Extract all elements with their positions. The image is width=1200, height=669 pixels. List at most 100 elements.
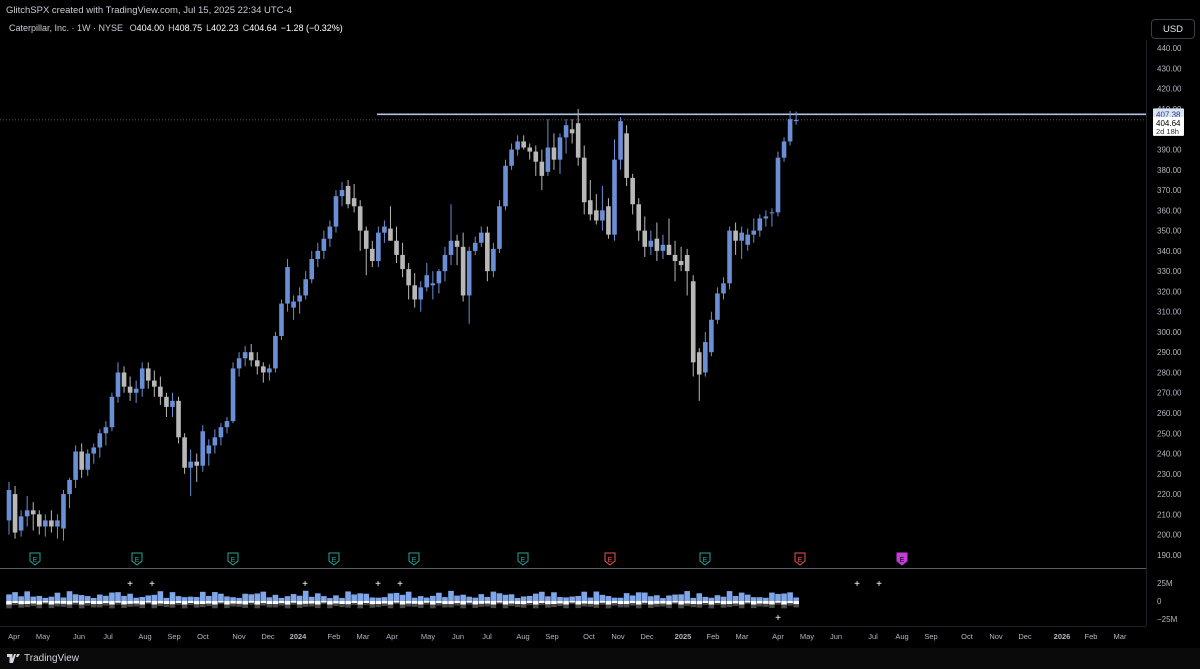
volume-bar-white bbox=[563, 601, 569, 605]
price-chart[interactable]: E E E E E E E E E E + + + + + + + +25M 0 −25M 440.00 430.00… bbox=[0, 0, 1200, 648]
candle-body bbox=[291, 301, 296, 308]
volume-bar-white bbox=[750, 601, 757, 605]
volume-bar-up bbox=[702, 596, 709, 601]
candle-body bbox=[418, 287, 424, 300]
earnings-marker[interactable]: E bbox=[328, 552, 340, 566]
price-axis-label: 320.00 bbox=[1157, 287, 1182, 296]
volume-bar-down bbox=[272, 604, 279, 608]
candle-body bbox=[357, 206, 363, 231]
volume-bar-white bbox=[399, 601, 406, 605]
candle-body bbox=[472, 242, 478, 251]
volume-bar-white bbox=[78, 601, 85, 605]
volume-bar-down bbox=[793, 604, 799, 608]
volume-bar-white bbox=[315, 601, 321, 605]
volume-bar-white bbox=[363, 601, 370, 604]
candle-body bbox=[127, 386, 133, 393]
volume-bar-up bbox=[575, 595, 581, 601]
volume-bar-up bbox=[714, 595, 721, 601]
volume-bar-up bbox=[84, 596, 91, 601]
volume-bar-white bbox=[520, 601, 527, 605]
volume-bar-white bbox=[327, 601, 333, 605]
volume-bar-up bbox=[423, 597, 430, 601]
candle-body bbox=[527, 147, 533, 152]
volume-bar-white bbox=[593, 601, 600, 605]
volume-bar-down bbox=[199, 604, 206, 608]
time-axis-label: Apr bbox=[386, 632, 398, 641]
time-axis-label: May bbox=[36, 632, 50, 641]
volume-bar-down bbox=[290, 602, 297, 605]
earnings-marker[interactable]: E bbox=[604, 552, 616, 566]
candle-body bbox=[218, 427, 224, 438]
candle-body bbox=[612, 159, 617, 235]
earnings-marker[interactable]: E bbox=[517, 552, 529, 566]
volume-bar-up bbox=[532, 593, 539, 601]
volume-spike-marker: + bbox=[854, 579, 860, 590]
candle-body bbox=[757, 218, 763, 231]
candle-body bbox=[152, 380, 157, 387]
candle-body bbox=[176, 400, 181, 438]
volume-bar-white bbox=[212, 601, 218, 605]
price-axis-label: 300.00 bbox=[1157, 328, 1182, 337]
earnings-marker[interactable]: E bbox=[227, 552, 239, 566]
earnings-marker[interactable]: E bbox=[29, 552, 41, 566]
volume-bar-white bbox=[732, 601, 739, 604]
volume-bar-up bbox=[230, 597, 236, 601]
candle-body bbox=[164, 396, 169, 407]
volume-bar-down bbox=[641, 602, 648, 605]
earnings-marker[interactable]: E bbox=[896, 552, 908, 566]
volume-bar-white bbox=[187, 601, 194, 604]
earnings-marker[interactable]: E bbox=[408, 552, 420, 566]
candle-body bbox=[36, 514, 42, 527]
candle-body bbox=[267, 368, 272, 373]
volume-bar-down bbox=[581, 603, 588, 607]
volume-bar-white bbox=[757, 601, 763, 604]
candle-body bbox=[739, 232, 744, 241]
volume-bar-down bbox=[339, 604, 345, 608]
earnings-marker[interactable]: E bbox=[794, 552, 806, 566]
volume-bar-down bbox=[696, 604, 703, 608]
volume-bar-up bbox=[763, 597, 769, 601]
volume-bar-up bbox=[587, 597, 594, 601]
volume-bar-up bbox=[769, 592, 775, 601]
candle-body bbox=[448, 240, 454, 255]
volume-bar-white bbox=[242, 601, 248, 605]
time-axis-label: Jun bbox=[452, 632, 464, 641]
volume-bar-down bbox=[212, 604, 218, 609]
price-axis-label: 360.00 bbox=[1157, 206, 1182, 215]
price-axis[interactable]: 440.00430.00420.00410.00390.00380.00370.… bbox=[1153, 44, 1184, 560]
volume-bar-down bbox=[193, 604, 200, 608]
volume-bar-white bbox=[254, 601, 261, 605]
time-axis[interactable]: Apr May Jun Jul Aug Sep Oct Nov Dec 2024 Feb Mar Apr… bbox=[8, 632, 1127, 641]
volume-bar-white bbox=[260, 601, 267, 604]
volume-bar-down bbox=[78, 604, 85, 609]
volume-bar-down bbox=[242, 604, 248, 608]
time-axis-label: Nov bbox=[611, 632, 625, 641]
time-axis-label: Aug bbox=[895, 632, 908, 641]
candle-body bbox=[6, 490, 12, 521]
volume-bar-up bbox=[405, 591, 412, 601]
volume-bar-down bbox=[629, 603, 636, 606]
volume-bar-white bbox=[333, 601, 339, 604]
volume-bar-white bbox=[508, 601, 515, 604]
volume-bar-white bbox=[793, 601, 799, 605]
earnings-markers: EEEEEEEEEE bbox=[29, 552, 908, 566]
volume-bar-up bbox=[60, 597, 67, 601]
earnings-marker[interactable]: E bbox=[699, 552, 711, 566]
volume-bar-down bbox=[109, 604, 115, 609]
volume-bar-white bbox=[702, 601, 709, 604]
volume-bar-up bbox=[24, 591, 30, 601]
candle-body bbox=[466, 250, 472, 296]
earnings-marker[interactable]: E bbox=[131, 552, 143, 566]
price-axis-label: 370.00 bbox=[1157, 186, 1182, 195]
volume-bar-up bbox=[296, 595, 303, 601]
volume-bar-white bbox=[109, 601, 115, 605]
volume-bar-down bbox=[24, 604, 30, 608]
volume-bar-white bbox=[551, 601, 557, 605]
candle-body bbox=[672, 254, 678, 262]
volume-bar-down bbox=[726, 604, 733, 608]
time-axis-label: Aug bbox=[516, 632, 529, 641]
volume-bar-down bbox=[363, 603, 370, 606]
volume-bar-white bbox=[151, 601, 158, 605]
volume-bar-up bbox=[357, 593, 363, 601]
candle-body bbox=[382, 226, 387, 233]
